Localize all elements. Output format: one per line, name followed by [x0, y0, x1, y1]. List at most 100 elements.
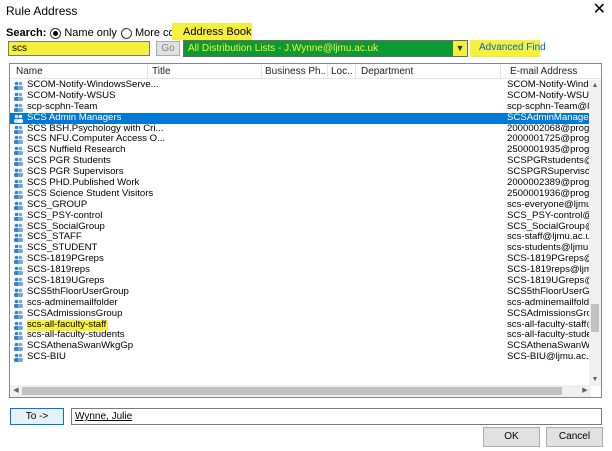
list-item[interactable]: SCS BSH.Psychology with Cri... 2000002068…	[10, 124, 590, 135]
radio-name-only-label: Name only	[64, 27, 117, 39]
list-item[interactable]: SCS Science Student Visitors 2500001936@p…	[10, 189, 590, 200]
radio-checked-icon	[50, 27, 62, 39]
list-item[interactable]: SCS-1819PGreps SCS-1819PGreps@ljm	[10, 254, 590, 265]
list-item-email: SCS5thFloorUserGrou	[507, 286, 590, 297]
list-item-email: scs-adminemailfolder	[507, 297, 590, 308]
advanced-find-link[interactable]: Advanced Find	[479, 42, 546, 53]
list-item-email: SCSPGRSupervisors@	[507, 167, 590, 178]
list-item[interactable]: SCOM-Notify-WindowsServe... SCOM-Notify-W…	[10, 80, 590, 91]
list-item-name: SCS NFU.Computer Access O...	[27, 134, 166, 145]
list-item[interactable]: scp-scphn-Team scp-scphn-Team@lim	[10, 102, 590, 113]
distribution-list-icon	[14, 277, 23, 287]
list-item-name: SCOM-Notify-WindowsServe...	[27, 80, 159, 90]
distribution-list-icon	[14, 255, 23, 265]
address-list: Name Title Business Ph... Loc... Departm…	[9, 63, 602, 398]
list-item[interactable]: SCS NFU.Computer Access O... 2000001725@p…	[10, 134, 590, 145]
list-item[interactable]: SCSAthenaSwanWkgGp SCSAthenaSwanWkg	[10, 341, 590, 352]
distribution-list-icon	[14, 212, 23, 221]
ok-button[interactable]: OK	[483, 427, 540, 447]
list-item-name: SCS PHD.Published Work	[27, 178, 140, 189]
radio-name-only[interactable]: Name only	[50, 27, 117, 39]
list-item-email: SCOM-Notify-WSUS@	[507, 90, 590, 101]
list-item-name: SCS-1819PGreps	[27, 254, 104, 265]
list-item-email: scs-all-faculty-studen	[507, 330, 590, 341]
to-button[interactable]: To ->	[10, 408, 64, 425]
scroll-right-icon[interactable]: ▶	[579, 385, 591, 397]
search-input[interactable]: scs	[8, 41, 150, 56]
column-header-location[interactable]: Loc...	[331, 66, 353, 77]
list-item-email: SCSAdmissionsGroup	[507, 308, 590, 319]
address-book-dropdown[interactable]: All Distribution Lists - J.Wynne@ljmu.ac…	[183, 40, 468, 57]
to-recipient: Wynne, Julie	[75, 411, 133, 422]
list-item[interactable]: SCS_PSY-control SCS_PSY-control@ljm	[10, 211, 590, 222]
list-item-email: scs-staff@ljmu.ac.uk	[507, 232, 590, 243]
list-item[interactable]: SCS PHD.Published Work 2000002389@prograr	[10, 178, 590, 189]
list-item-name: scs-adminemailfolder	[27, 297, 118, 308]
list-item[interactable]: SCS_SocialGroup SCS_SocialGroup@ljm	[10, 222, 590, 233]
column-header-department[interactable]: Department	[361, 66, 491, 77]
column-header-name[interactable]: Name	[16, 66, 146, 77]
list-item[interactable]: SCS_GROUP scs-everyone@ljmu.a	[10, 200, 590, 211]
go-button[interactable]: Go	[156, 41, 180, 56]
distribution-list-icon	[14, 136, 23, 145]
list-item[interactable]: SCS Admin Managers SCSAdminManagers@	[10, 112, 590, 124]
scroll-left-icon[interactable]: ◀	[10, 385, 22, 397]
column-divider[interactable]	[327, 64, 328, 79]
column-divider[interactable]	[500, 64, 501, 79]
column-header-business-phone[interactable]: Business Ph...	[265, 66, 325, 77]
list-item[interactable]: SCS5thFloorUserGroup SCS5thFloorUserGrou	[10, 287, 590, 298]
list-item-name: scs-all-faculty-students	[27, 330, 125, 341]
column-header-email[interactable]: E-mail Address	[510, 66, 590, 77]
column-divider[interactable]	[355, 64, 356, 79]
list-item-name: SCS_PSY-control	[27, 210, 103, 221]
list-item[interactable]: SCS_STAFF scs-staff@ljmu.ac.uk	[10, 232, 590, 243]
list-item[interactable]: SCS-1819reps SCS-1819reps@ljmu.	[10, 265, 590, 276]
distribution-list-icon	[14, 288, 23, 297]
distribution-list-icon	[14, 201, 23, 210]
distribution-list-icon	[14, 103, 23, 112]
radio-unchecked-icon	[120, 27, 132, 39]
list-item[interactable]: scs-all-faculty-staff scs-all-faculty-sta…	[10, 319, 590, 331]
list-item-email: 2500001936@prograr	[507, 188, 590, 199]
list-item[interactable]: SCS-1819UGreps SCS-1819UGreps@ljm	[10, 276, 590, 287]
distribution-list-icon	[14, 321, 23, 330]
list-item-email: SCS-1819PGreps@ljm	[507, 254, 590, 265]
list-item-email: SCS-1819UGreps@ljm	[507, 276, 590, 287]
list-item[interactable]: SCSAdmissionsGroup SCSAdmissionsGroup	[10, 309, 590, 320]
distribution-list-icon	[14, 343, 23, 352]
list-item-name: SCS_GROUP	[27, 199, 88, 210]
list-item[interactable]: SCS_STUDENT scs-students@ljmu.a	[10, 243, 590, 254]
horizontal-scrollbar[interactable]: ◀ ▶	[10, 385, 591, 397]
list-item[interactable]: SCS PGR Supervisors SCSPGRSupervisors@	[10, 167, 590, 178]
list-item[interactable]: scs-all-faculty-students scs-all-faculty-…	[10, 330, 590, 341]
list-item-email: scp-scphn-Team@lim	[507, 101, 590, 112]
list-item[interactable]: scs-adminemailfolder scs-adminemailfolder	[10, 298, 590, 309]
scroll-up-icon[interactable]: ▲	[589, 80, 601, 92]
list-item[interactable]: SCOM-Notify-WSUS SCOM-Notify-WSUS@	[10, 91, 590, 102]
distribution-list-icon	[14, 81, 23, 90]
list-item[interactable]: SCS PGR Students SCSPGRstudents@ljm	[10, 156, 590, 167]
list-item-email: SCS_SocialGroup@ljm	[507, 221, 590, 232]
address-book-selected: All Distribution Lists - J.Wynne@ljmu.ac…	[188, 43, 379, 54]
list-item-email: SCSAdminManagers@	[507, 112, 590, 123]
close-icon[interactable]: ✕	[593, 1, 606, 19]
list-item-name: SCS Admin Managers	[27, 112, 122, 123]
list-item[interactable]: SCS Nuffield Research 2500001935@prograr	[10, 145, 590, 156]
distribution-list-icon	[14, 332, 23, 341]
list-item-name: SCSAdmissionsGroup	[27, 308, 123, 319]
column-header-title[interactable]: Title	[152, 66, 260, 77]
list-item-name: scs-all-faculty-staff	[27, 319, 109, 331]
distribution-list-icon	[14, 266, 23, 276]
vertical-scrollbar[interactable]: ▲ ▼	[589, 80, 601, 386]
scroll-thumb[interactable]	[22, 387, 562, 395]
column-divider[interactable]	[147, 64, 148, 79]
list-item-name: SCS_STUDENT	[27, 243, 98, 254]
cancel-button[interactable]: Cancel	[546, 427, 603, 447]
chevron-down-icon[interactable]: ▼	[453, 41, 467, 56]
scroll-thumb[interactable]	[591, 304, 599, 332]
distribution-list-icon	[14, 147, 23, 156]
to-field[interactable]: Wynne, Julie	[71, 408, 602, 425]
list-item[interactable]: SCS-BIU SCS-BIU@ljmu.ac.uk	[10, 352, 590, 363]
column-divider[interactable]	[261, 64, 262, 79]
distribution-list-icon	[14, 168, 23, 178]
